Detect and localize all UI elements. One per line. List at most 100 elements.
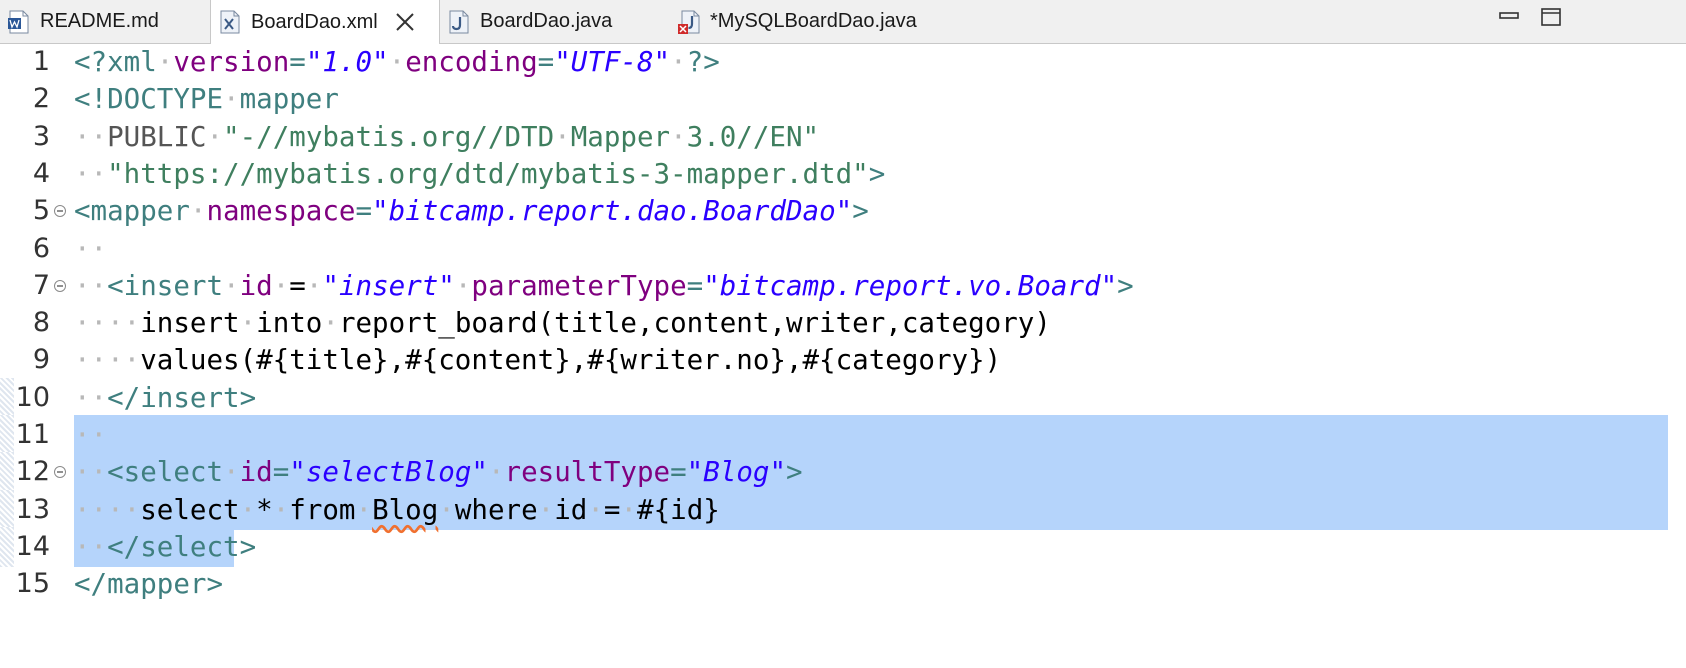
code-token: = xyxy=(670,456,687,489)
code-token: "selectBlog" xyxy=(289,456,488,489)
code-text: ··<select·id="selectBlog"·resultType="Bl… xyxy=(74,452,803,492)
code-text: ·· xyxy=(74,229,107,269)
code-line[interactable]: 14 ··</select> xyxy=(0,526,1686,567)
whitespace-marker: · xyxy=(438,493,455,526)
whitespace-marker: ·· xyxy=(74,157,108,190)
code-token: "https://mybatis.org/dtd/mybatis-3-mappe… xyxy=(107,157,869,190)
code-token: "1.0" xyxy=(305,46,389,78)
line-number: 14 xyxy=(15,530,50,562)
whitespace-marker: · xyxy=(322,307,339,340)
code-line[interactable]: 15 </mapper> xyxy=(0,564,1686,604)
code-text: <?xml·version="1.0"·encoding="UTF-8"·?> xyxy=(74,42,720,82)
fold-collapse-icon[interactable] xyxy=(53,465,67,479)
xml-code-editor[interactable]: 1 <?xml·version="1.0"·encoding="UTF-8"·?>… xyxy=(0,44,1686,668)
code-token: Blog xyxy=(372,493,439,526)
line-number: 6 xyxy=(32,232,50,264)
whitespace-marker: · xyxy=(305,269,323,302)
code-token: = xyxy=(289,269,306,302)
code-text: </mapper> xyxy=(74,564,223,604)
tab-readme[interactable]: README.md xyxy=(0,0,210,43)
whitespace-marker: ·· xyxy=(74,120,108,153)
code-text: ··<insert·id·=·"insert"·parameterType="b… xyxy=(74,266,1134,306)
line-number: 15 xyxy=(15,568,50,600)
whitespace-marker: · xyxy=(620,493,638,526)
code-token: report_board(title,content,writer,catego… xyxy=(338,307,1051,340)
java-file-icon xyxy=(449,10,469,33)
line-number: 8 xyxy=(32,307,50,339)
code-token: version xyxy=(173,46,290,78)
code-line[interactable]: 8 ····insert·into·report_board(title,cont… xyxy=(0,303,1686,343)
code-line[interactable]: 4 ··"https://mybatis.org/dtd/mybatis-3-ma… xyxy=(0,154,1686,194)
whitespace-marker: ·· xyxy=(74,381,108,414)
code-line[interactable]: 6 ·· xyxy=(0,229,1686,269)
code-line[interactable]: 12 ··<select·id="selectBlog"·resultType="… xyxy=(0,452,1686,493)
tab-mysqlboarddao-java[interactable]: *MySQLBoardDao.java xyxy=(670,0,970,43)
code-text: ··PUBLIC·"-//mybatis.org//DTD·Mapper·3.0… xyxy=(74,117,819,157)
code-line[interactable]: 5 <mapper·namespace="bitcamp.report.dao.B… xyxy=(0,191,1686,231)
tab-boarddao-java[interactable]: BoardDao.java xyxy=(440,0,670,43)
code-line[interactable]: 1 <?xml·version="1.0"·encoding="UTF-8"·?> xyxy=(0,42,1686,82)
code-token: PUBLIC xyxy=(107,120,207,153)
code-line[interactable]: 13 ····select·*·from·Blog·where·id·=·#{id… xyxy=(0,489,1686,530)
code-text: ····values(#{title},#{content},#{writer.… xyxy=(74,340,1001,380)
code-token: = xyxy=(289,46,306,78)
tab-boarddao-xml[interactable]: BoardDao.xml xyxy=(210,0,440,44)
code-token: select xyxy=(140,493,240,526)
line-number: 12 xyxy=(15,456,50,488)
whitespace-marker: ·· xyxy=(74,419,108,451)
code-text: ··</insert> xyxy=(74,378,256,418)
code-line[interactable]: 9 ····values(#{title},#{content},#{writer… xyxy=(0,340,1686,380)
whitespace-marker: ···· xyxy=(74,307,141,340)
whitespace-marker: · xyxy=(587,493,604,526)
code-line[interactable]: 2 <!DOCTYPE·mapper xyxy=(0,79,1686,119)
code-line[interactable]: 10 ··</insert> xyxy=(0,377,1686,418)
whitespace-marker: · xyxy=(223,269,240,302)
line-number: 10 xyxy=(15,381,50,413)
maximize-icon[interactable] xyxy=(1540,7,1562,27)
code-line[interactable]: 3 ··PUBLIC·"-//mybatis.org//DTD·Mapper·3.… xyxy=(0,117,1686,157)
fold-collapse-icon[interactable] xyxy=(53,279,67,293)
code-token: = xyxy=(686,269,704,302)
code-token: insert xyxy=(140,307,240,340)
whitespace-marker: · xyxy=(537,493,555,526)
code-token: = xyxy=(272,456,290,489)
close-icon[interactable] xyxy=(394,11,416,33)
whitespace-marker: · xyxy=(239,493,257,526)
minimize-icon[interactable] xyxy=(1498,7,1520,27)
code-token: into xyxy=(256,307,323,340)
code-text: ····insert·into·report_board(title,conte… xyxy=(74,303,1051,343)
code-line[interactable]: 7 ··<insert·id·=·"insert"·parameterType="… xyxy=(0,266,1686,306)
fold-collapse-icon[interactable] xyxy=(53,204,67,218)
code-token: #{id} xyxy=(637,493,720,526)
code-token: 3.0//EN" xyxy=(686,120,820,153)
code-token: > xyxy=(786,456,803,489)
whitespace-marker: ···· xyxy=(74,344,141,377)
code-token: "UTF-8" xyxy=(554,46,671,78)
whitespace-marker: · xyxy=(206,120,224,153)
code-token: </insert> xyxy=(107,381,257,414)
whitespace-marker: ·· xyxy=(74,530,108,563)
code-token: <?xml xyxy=(74,46,157,78)
whitespace-marker: · xyxy=(223,83,240,116)
code-text: ··</select> xyxy=(74,527,256,567)
code-text: <!DOCTYPE·mapper xyxy=(74,79,339,119)
whitespace-marker: · xyxy=(156,46,174,78)
code-text: <mapper·namespace="bitcamp.report.dao.Bo… xyxy=(74,191,869,231)
whitespace-marker: · xyxy=(189,195,207,228)
code-token: = xyxy=(603,493,621,526)
whitespace-marker: · xyxy=(272,493,290,526)
code-token: encoding xyxy=(405,46,538,78)
code-token: = xyxy=(537,46,555,78)
line-number: 13 xyxy=(15,493,50,525)
code-token: > xyxy=(1117,269,1134,302)
tab-label: BoardDao.xml xyxy=(251,10,378,33)
code-token: <insert xyxy=(107,269,224,302)
code-token: "Blog" xyxy=(686,456,787,489)
code-token: Mapper xyxy=(570,120,671,153)
whitespace-marker: · xyxy=(388,46,406,78)
code-token: "insert" xyxy=(322,269,455,302)
code-token: id xyxy=(239,269,273,302)
code-line[interactable]: 11 ·· xyxy=(0,415,1686,455)
code-token: "-//mybatis.org//DTD xyxy=(223,120,555,153)
whitespace-marker: ·· xyxy=(74,232,108,265)
